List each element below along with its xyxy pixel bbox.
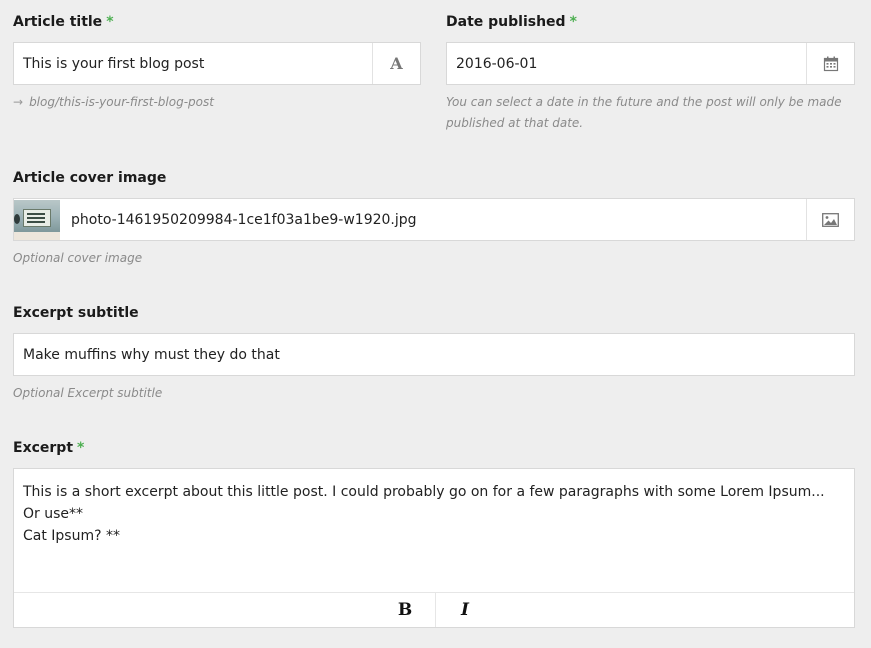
arrow-right-icon: → [13,95,24,109]
excerpt-label: Excerpt * [13,440,84,456]
article-slug-text: blog/this-is-your-first-blog-post [29,95,214,109]
excerpt-subtitle-help: Optional Excerpt subtitle [13,386,163,400]
choose-image-button[interactable] [806,199,854,240]
excerpt-line-1: This is a short excerpt about this littl… [23,484,825,522]
excerpt-textarea[interactable]: This is a short excerpt about this littl… [14,469,854,559]
article-title-addon[interactable]: A [372,43,420,84]
article-slug: → blog/this-is-your-first-blog-post [13,92,214,113]
cover-image-help: Optional cover image [13,251,143,265]
date-published-input[interactable]: 2016-06-01 [446,42,855,85]
required-marker: * [106,14,114,30]
date-published-help: You can select a date in the future and … [446,92,856,134]
cover-image-label: Article cover image [13,170,167,186]
cover-image-filename[interactable]: photo-1461950209984-1ce1f03a1be9-w1920.j… [60,212,806,228]
cover-image-thumbnail [14,199,60,240]
excerpt-subtitle-input[interactable]: Make muffins why must they do that [13,333,855,376]
date-published-value[interactable]: 2016-06-01 [447,56,806,72]
excerpt-toolbar: B I [14,592,854,627]
article-title-label-text: Article title [13,14,103,30]
date-published-help-line-1: You can select a date in the future and … [446,95,842,109]
excerpt-label-text: Excerpt [13,440,74,456]
calendar-icon [823,56,838,71]
date-published-label-text: Date published [446,14,566,30]
article-title-input[interactable]: This is your first blog post A [13,42,421,85]
excerpt-editor[interactable]: This is a short excerpt about this littl… [13,468,855,628]
italic-button[interactable]: I [435,593,495,627]
article-title-value[interactable]: This is your first blog post [14,56,372,72]
required-marker: * [569,14,577,30]
required-marker: * [77,440,85,456]
text-font-icon: A [390,54,403,73]
article-title-label: Article title * [13,14,114,30]
bold-button[interactable]: B [375,593,435,627]
excerpt-subtitle-value[interactable]: Make muffins why must they do that [14,347,854,363]
excerpt-subtitle-label: Excerpt subtitle [13,305,139,321]
cover-image-input[interactable]: photo-1461950209984-1ce1f03a1be9-w1920.j… [13,198,855,241]
date-published-label: Date published * [446,14,577,30]
excerpt-line-2: Cat Ipsum? ** [23,528,120,544]
blog-post-form: Article title * This is your first blog p… [0,0,871,648]
date-published-help-line-2: published at that date. [446,116,584,130]
date-picker-button[interactable] [806,43,854,84]
image-icon [822,212,839,227]
